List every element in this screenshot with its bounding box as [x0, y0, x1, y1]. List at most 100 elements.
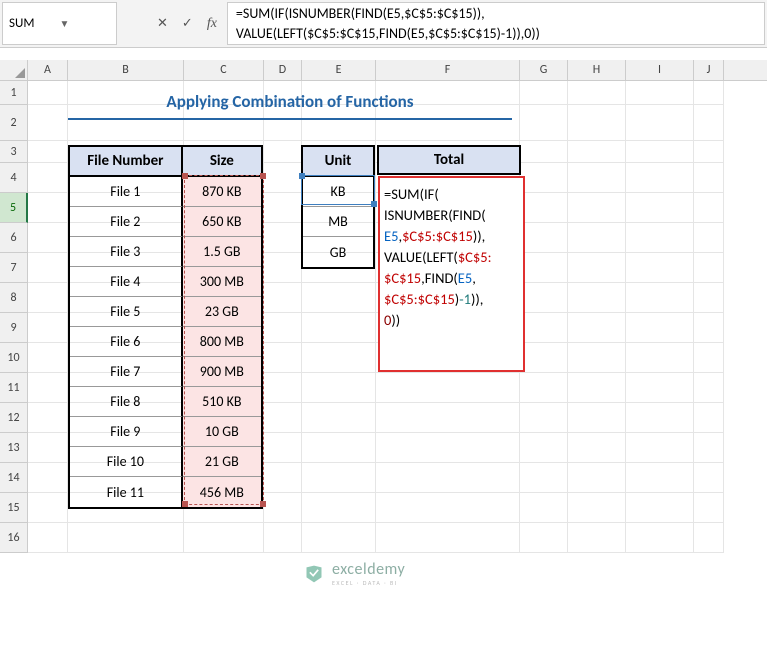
cell[interactable]: [302, 433, 376, 463]
row-header[interactable]: 7: [0, 253, 28, 283]
cell[interactable]: [626, 283, 694, 313]
cell[interactable]: [568, 523, 626, 553]
cell[interactable]: [264, 141, 302, 163]
cell[interactable]: [626, 141, 694, 163]
cell[interactable]: [376, 433, 520, 463]
cell[interactable]: [28, 105, 68, 141]
cell[interactable]: [626, 493, 694, 523]
cell[interactable]: [28, 373, 68, 403]
cell[interactable]: [694, 253, 724, 283]
cell[interactable]: [520, 403, 568, 433]
cell[interactable]: [520, 313, 568, 343]
cell[interactable]: [568, 193, 626, 223]
cell[interactable]: [376, 463, 520, 493]
size-cell[interactable]: 800 MB: [183, 327, 261, 357]
cell[interactable]: [28, 223, 68, 253]
file-number-cell[interactable]: File 4: [70, 267, 183, 297]
cell[interactable]: [28, 163, 68, 193]
unit-cell[interactable]: GB: [303, 237, 373, 267]
select-all-triangle[interactable]: [0, 60, 28, 80]
row-header[interactable]: 9: [0, 313, 28, 343]
cell[interactable]: [520, 493, 568, 523]
cell[interactable]: [568, 105, 626, 141]
unit-cell[interactable]: MB: [303, 207, 373, 237]
row-header[interactable]: 1: [0, 81, 28, 105]
col-header[interactable]: B: [68, 60, 184, 80]
file-number-cell[interactable]: File 11: [70, 477, 183, 507]
cell[interactable]: [184, 523, 264, 553]
cell[interactable]: [520, 463, 568, 493]
col-header[interactable]: D: [264, 60, 302, 80]
cell[interactable]: [264, 343, 302, 373]
cell[interactable]: [568, 343, 626, 373]
cell[interactable]: [520, 343, 568, 373]
cell[interactable]: [264, 403, 302, 433]
size-cell[interactable]: 650 KB: [183, 207, 261, 237]
file-number-cell[interactable]: File 10: [70, 447, 183, 477]
file-number-cell[interactable]: File 2: [70, 207, 183, 237]
cell[interactable]: [568, 223, 626, 253]
cell[interactable]: [520, 283, 568, 313]
cell[interactable]: [694, 81, 724, 105]
cell[interactable]: [376, 403, 520, 433]
cell[interactable]: [520, 141, 568, 163]
row-header[interactable]: 16: [0, 523, 28, 553]
cancel-icon[interactable]: ✕: [157, 16, 168, 31]
cell[interactable]: [694, 313, 724, 343]
col-header[interactable]: J: [694, 60, 724, 80]
file-number-cell[interactable]: File 6: [70, 327, 183, 357]
cell[interactable]: [376, 373, 520, 403]
cell[interactable]: [694, 463, 724, 493]
cell[interactable]: [626, 105, 694, 141]
file-number-cell[interactable]: File 3: [70, 237, 183, 267]
cell[interactable]: [302, 283, 376, 313]
file-number-cell[interactable]: File 1: [70, 177, 183, 207]
row-header[interactable]: 2: [0, 105, 28, 141]
col-header[interactable]: A: [28, 60, 68, 80]
cell[interactable]: [568, 493, 626, 523]
cell[interactable]: [28, 403, 68, 433]
size-cell[interactable]: 300 MB: [183, 267, 261, 297]
col-header[interactable]: E: [302, 60, 376, 80]
col-header[interactable]: I: [626, 60, 694, 80]
cell[interactable]: [568, 313, 626, 343]
enter-icon[interactable]: ✓: [182, 16, 193, 31]
cell[interactable]: [520, 105, 568, 141]
cell[interactable]: [302, 343, 376, 373]
fx-icon[interactable]: fx: [207, 16, 217, 32]
cell[interactable]: [694, 403, 724, 433]
formula-input[interactable]: =SUM(IF(ISNUMBER(FIND(E5,$C$5:$C$15)), V…: [227, 2, 765, 45]
cell[interactable]: [264, 223, 302, 253]
cell[interactable]: [28, 283, 68, 313]
chevron-down-icon[interactable]: ▼: [60, 17, 111, 30]
cell[interactable]: [694, 343, 724, 373]
row-header[interactable]: 3: [0, 141, 28, 163]
cell[interactable]: [694, 523, 724, 553]
row-header[interactable]: 5: [0, 193, 28, 223]
cell[interactable]: [376, 523, 520, 553]
cell[interactable]: [520, 163, 568, 193]
cell[interactable]: [568, 141, 626, 163]
cell[interactable]: [626, 193, 694, 223]
cell[interactable]: [520, 81, 568, 105]
row-header[interactable]: 13: [0, 433, 28, 463]
cell[interactable]: [520, 223, 568, 253]
row-header[interactable]: 4: [0, 163, 28, 193]
unit-cell[interactable]: KB: [303, 177, 373, 207]
cell[interactable]: [264, 433, 302, 463]
cell[interactable]: [626, 163, 694, 193]
cell[interactable]: [68, 523, 184, 553]
file-number-cell[interactable]: File 9: [70, 417, 183, 447]
cell[interactable]: [520, 523, 568, 553]
file-number-cell[interactable]: File 5: [70, 297, 183, 327]
cell[interactable]: [376, 493, 520, 523]
cell[interactable]: [28, 523, 68, 553]
cell[interactable]: [264, 163, 302, 193]
cell[interactable]: [626, 463, 694, 493]
cell[interactable]: [264, 523, 302, 553]
cell[interactable]: [264, 493, 302, 523]
cell[interactable]: [626, 81, 694, 105]
cell[interactable]: [520, 193, 568, 223]
cell[interactable]: [694, 163, 724, 193]
cell[interactable]: [264, 463, 302, 493]
